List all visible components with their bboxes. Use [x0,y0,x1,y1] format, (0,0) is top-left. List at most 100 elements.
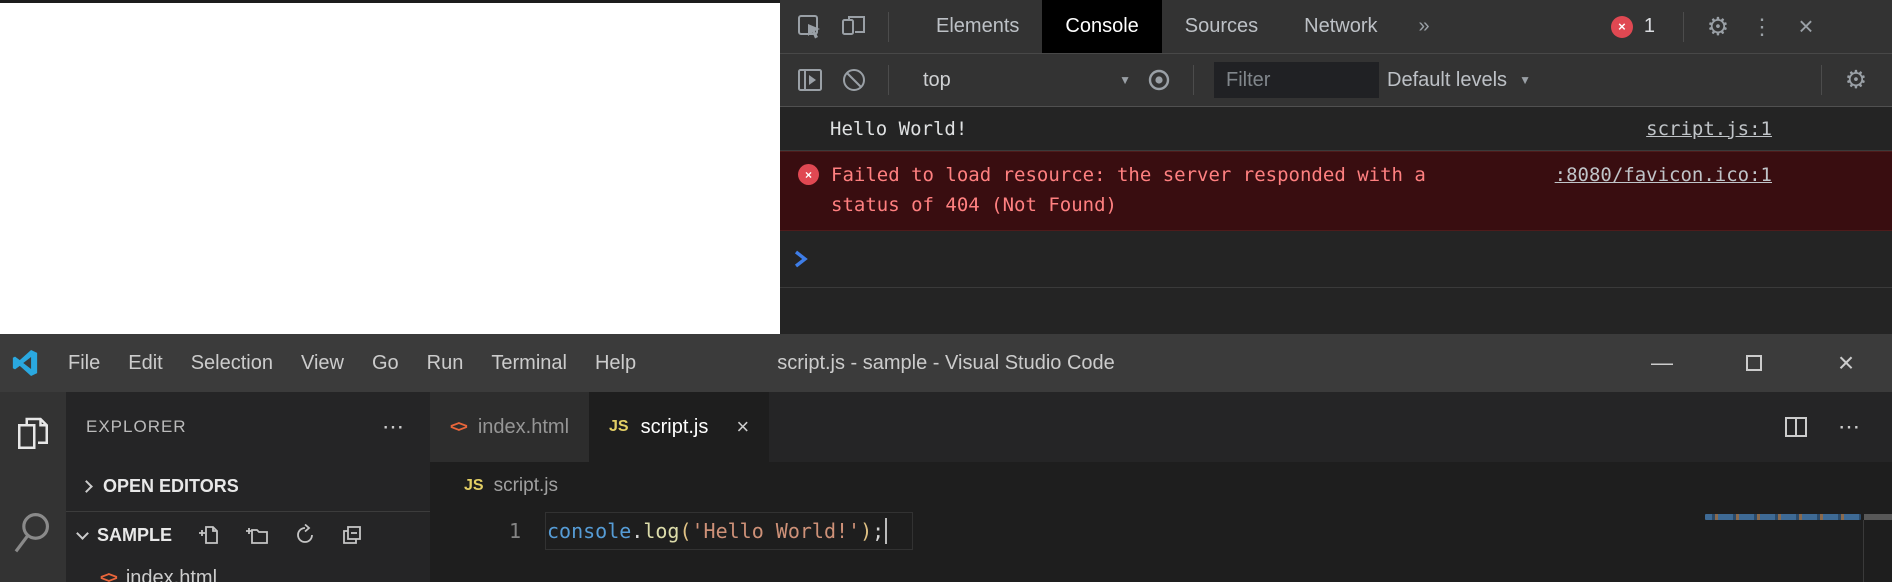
new-folder-icon[interactable] [245,524,269,546]
code-token: ( [679,519,691,543]
section-open-editors[interactable]: OPEN EDITORS [66,462,430,512]
chevron-down-icon: ▼ [1119,73,1131,87]
tree-item-label: index.html [126,567,217,582]
error-badge-icon: × [1611,16,1633,38]
code-token: log [643,519,679,543]
tab-elements[interactable]: Elements [913,0,1042,53]
log-levels-label: Default levels [1387,69,1507,92]
html-file-icon: <> [450,417,466,437]
menu-file[interactable]: File [54,334,114,392]
line-number: 1 [430,519,545,543]
log-levels-dropdown[interactable]: Default levels ▼ [1387,69,1531,92]
tab-network[interactable]: Network [1281,0,1400,53]
devtools-panel: Elements Console Sources Network » × 1 ⚙… [780,0,1892,334]
close-button[interactable]: × [1800,334,1892,392]
screen: Elements Console Sources Network » × 1 ⚙… [0,0,1892,582]
console-error-source-link[interactable]: :8080/favicon.ico:1 [1555,160,1772,190]
console-toolbar: top ▼ Default levels ▼ ⚙ [780,54,1892,107]
explorer-more-actions-icon[interactable]: ⋯ [382,414,406,440]
console-error-text: Failed to load resource: the server resp… [831,160,1426,220]
vscode-body: EXPLORER ⋯ OPEN EDITORS SAMPLE [0,392,1892,582]
device-toolbar-icon[interactable] [832,0,876,54]
menu-run[interactable]: Run [413,334,478,392]
vscode-titlebar: File Edit Selection View Go Run Terminal… [0,334,1892,392]
search-icon[interactable] [12,510,54,556]
tab-console[interactable]: Console [1042,0,1161,53]
inspect-element-icon[interactable] [788,0,832,54]
browser-page-viewport[interactable] [0,3,780,334]
devtools-settings-gear-icon[interactable]: ⚙ [1696,0,1740,54]
devtools-tabbar: Elements Console Sources Network » × 1 ⚙… [780,0,1892,54]
js-file-icon: JS [464,477,484,495]
error-badge[interactable]: × 1 [1611,15,1655,38]
explorer-title: EXPLORER [86,417,187,437]
menu-help[interactable]: Help [581,334,650,392]
filter-input[interactable] [1214,62,1379,98]
minimap[interactable] [1705,514,1861,520]
menu-edit[interactable]: Edit [114,334,176,392]
editor-actions: ⋯ [1784,392,1892,462]
console-prompt[interactable] [780,231,1892,288]
context-selector[interactable]: top ▼ [901,69,1137,92]
tree-item-index-html[interactable]: <> index.html [66,558,430,582]
minimap-divider [1863,520,1864,582]
breadcrumb[interactable]: JS script.js [430,462,1892,510]
collapse-all-icon[interactable] [341,524,363,546]
devtools-close-icon[interactable]: × [1784,0,1828,54]
editor-more-actions-icon[interactable]: ⋯ [1838,414,1862,440]
editor-group: <> index.html JS script.js × [430,392,1892,582]
code-line-1: 1 console . log ( 'Hello World!' ) ; [430,512,1892,550]
editor-tabs: <> index.html JS script.js × [430,392,1892,462]
tab-sources[interactable]: Sources [1162,0,1281,53]
maximize-button[interactable] [1708,334,1800,392]
chevron-right-icon [80,480,93,493]
minimap-slider[interactable] [1864,514,1892,520]
code-token: ; [872,519,884,543]
html-file-icon: <> [100,568,116,582]
menu-selection[interactable]: Selection [177,334,287,392]
code-token: . [631,519,643,543]
console-prompt-chevron-icon [793,249,809,269]
code-token: ) [860,519,872,543]
tab-label: script.js [641,416,709,439]
code-editor[interactable]: 1 console . log ( 'Hello World!' ) ; [430,510,1892,582]
refresh-icon[interactable] [294,524,316,546]
clear-console-icon[interactable] [832,53,876,107]
eye-icon[interactable] [1137,53,1181,107]
devtools-menu-kebab-icon[interactable]: ⋮ [1740,0,1784,54]
new-file-icon[interactable] [198,524,220,546]
error-badge-count: 1 [1644,15,1655,38]
maximize-icon [1746,355,1762,371]
tab-index-html[interactable]: <> index.html [430,392,589,462]
folder-actions [198,524,363,546]
menu-terminal[interactable]: Terminal [477,334,581,392]
console-log-row: Hello World! script.js:1 [780,107,1892,151]
menu-view[interactable]: View [287,334,358,392]
code-token: 'Hello World!' [692,519,861,543]
console-settings-gear-icon[interactable]: ⚙ [1834,53,1878,107]
more-tabs-icon[interactable]: » [1401,15,1448,38]
explorer-files-icon[interactable] [13,414,53,454]
chevron-down-icon [76,527,89,540]
console-log-source-link[interactable]: script.js:1 [1646,118,1772,140]
code-token: console [547,519,631,543]
section-folder-sample[interactable]: SAMPLE [66,512,430,558]
vscode-window: File Edit Selection View Go Run Terminal… [0,334,1892,582]
activity-bar [0,392,66,582]
minimize-button[interactable]: — [1616,334,1708,392]
divider [1683,12,1684,42]
js-file-icon: JS [609,418,629,436]
browser-window: Elements Console Sources Network » × 1 ⚙… [0,0,1892,334]
split-editor-icon[interactable] [1784,416,1808,438]
console-error-line2: status of 404 (Not Found) [831,194,1117,216]
error-icon: × [798,164,819,185]
window-controls: — × [1616,334,1892,392]
console-error-line1: Failed to load resource: the server resp… [831,164,1426,186]
tab-close-icon[interactable]: × [736,414,749,440]
console-sidebar-toggle-icon[interactable] [788,53,832,107]
folder-label: SAMPLE [97,525,172,546]
current-line-highlight: console . log ( 'Hello World!' ) ; [545,512,913,550]
menu-go[interactable]: Go [358,334,413,392]
vscode-logo-icon[interactable] [12,350,38,376]
tab-script-js[interactable]: JS script.js × [589,392,769,462]
